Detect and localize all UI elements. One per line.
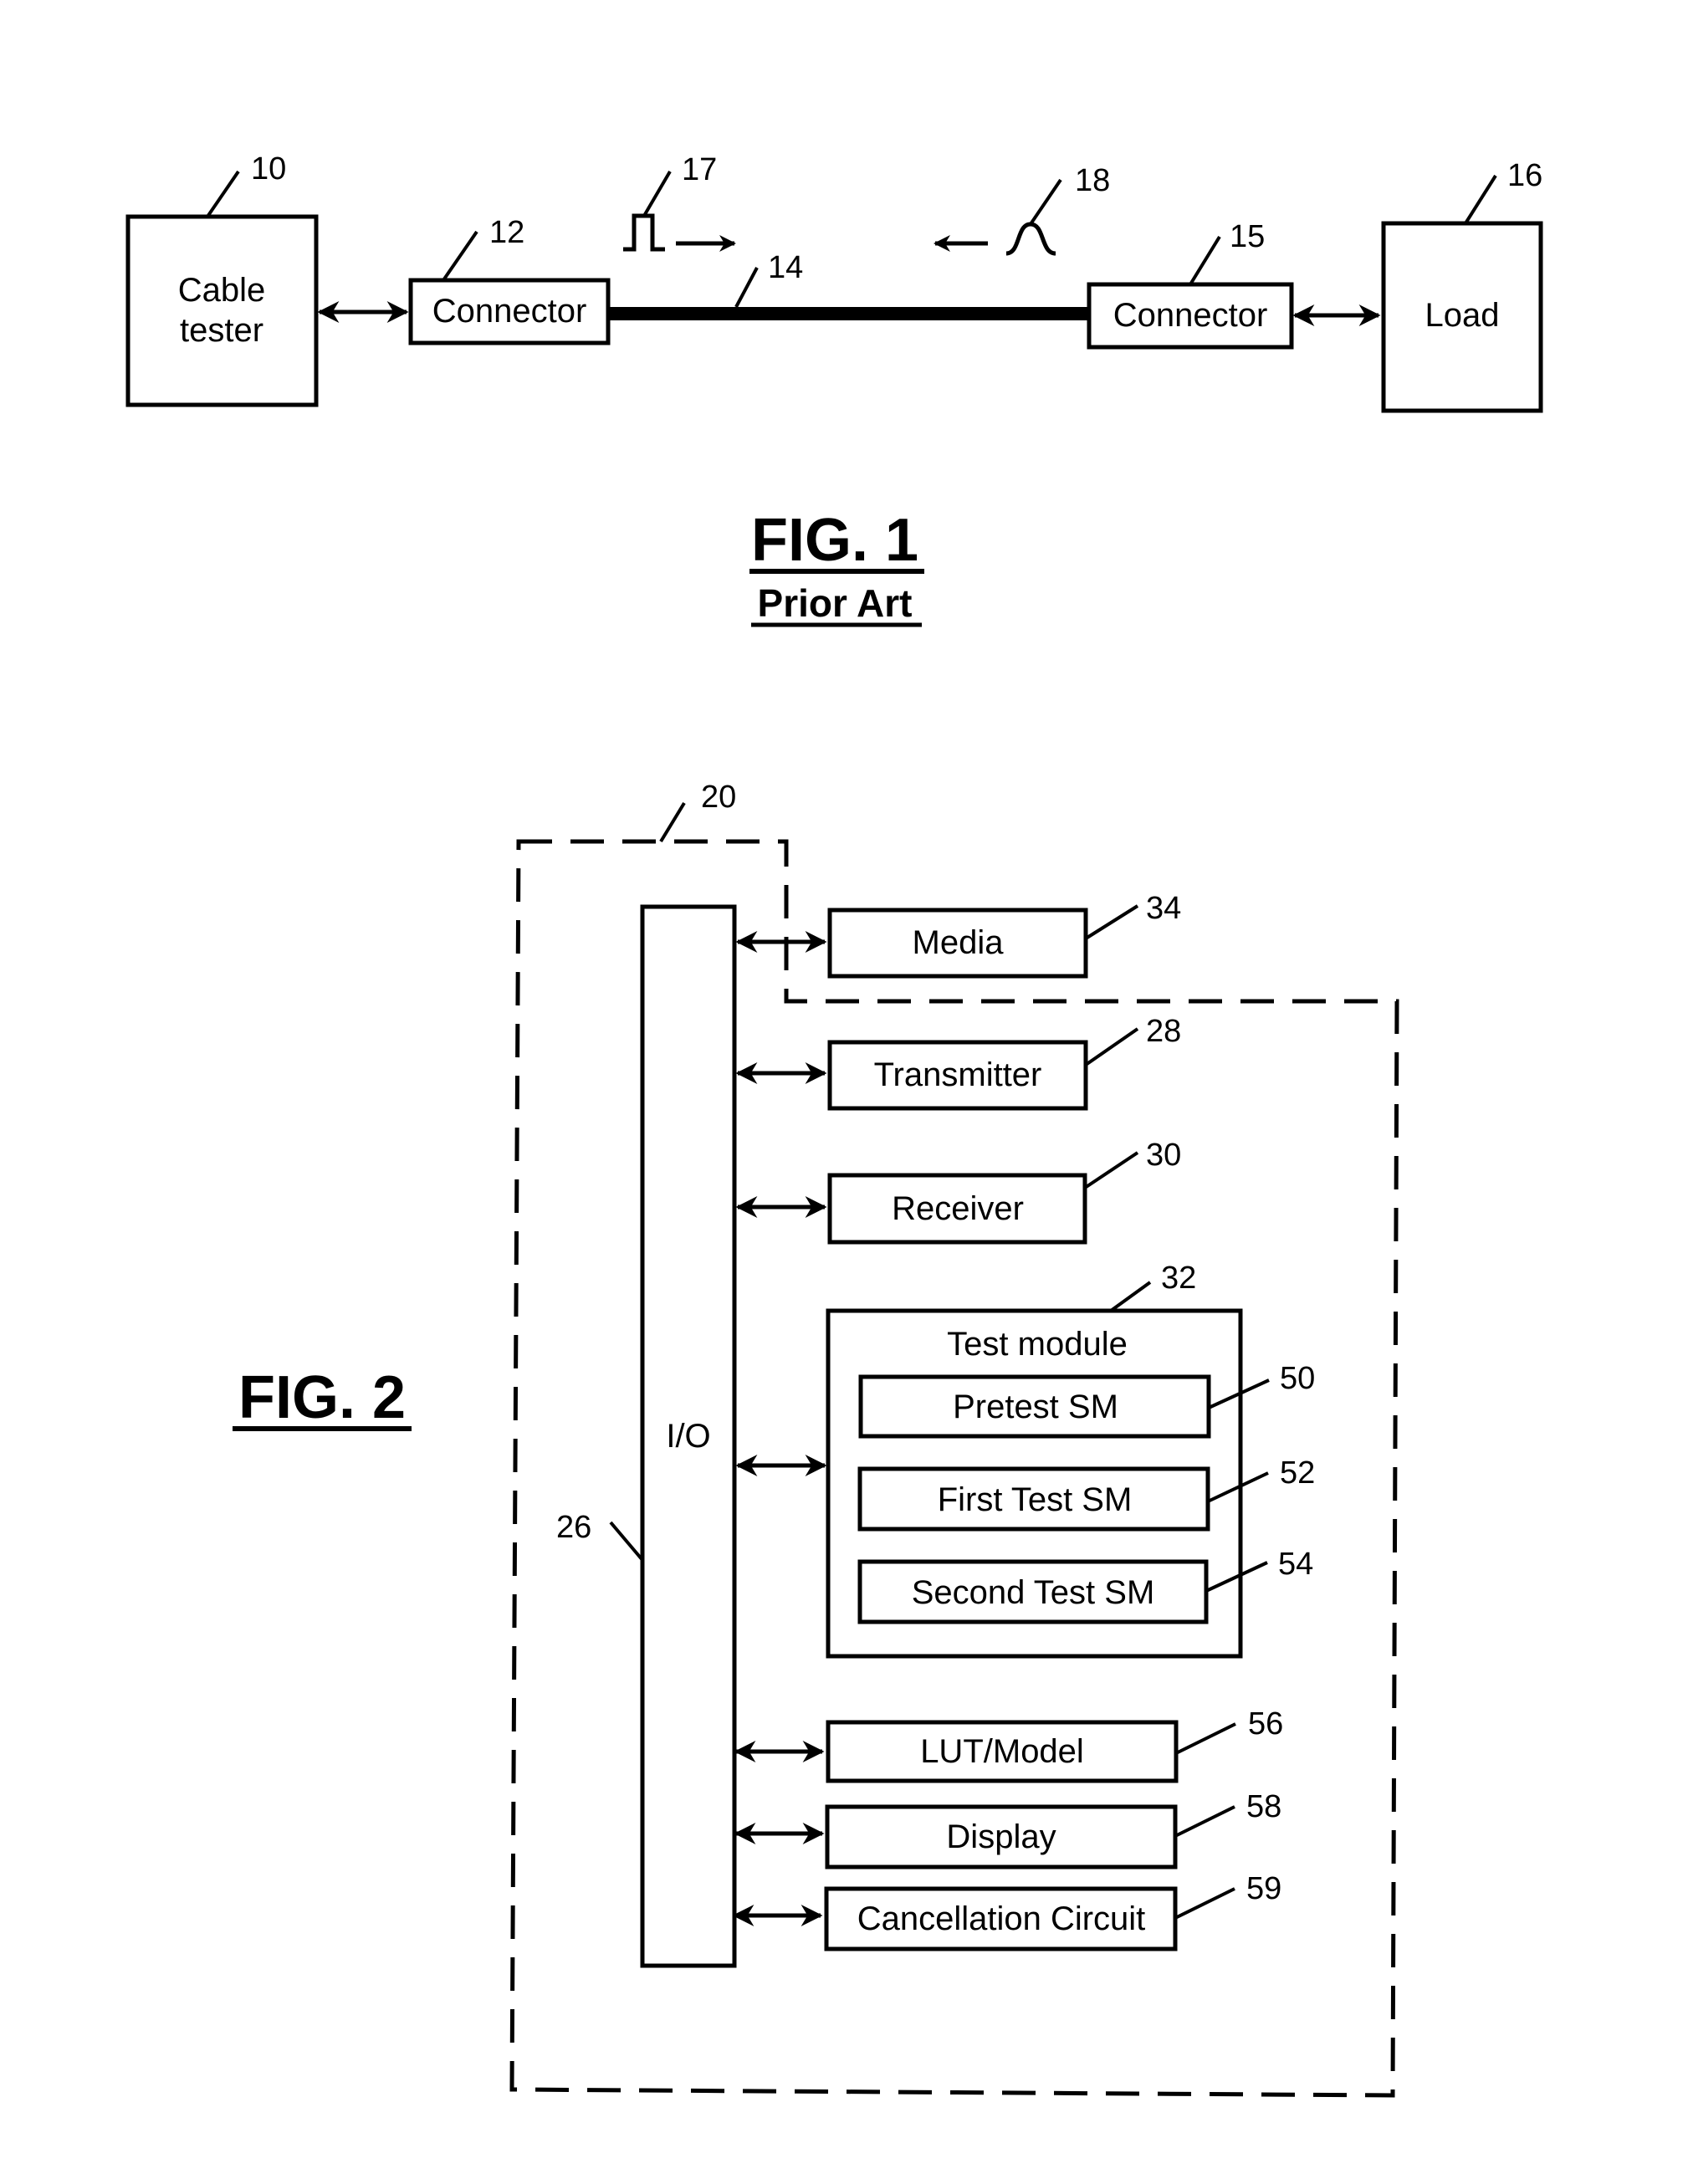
leader-line: [659, 801, 686, 843]
leader-line: [1207, 1471, 1269, 1503]
connector-left-block: Connector 12: [408, 215, 611, 345]
cable-tester-block: Cable tester 10: [125, 151, 319, 407]
ref-number: 34: [1146, 891, 1181, 926]
leader-line: [1175, 1722, 1236, 1755]
leader-line: [1174, 1887, 1235, 1920]
test-module-label: Test module: [947, 1326, 1128, 1363]
square-pulse-icon: [623, 213, 665, 252]
ref-number: 26: [556, 1510, 591, 1545]
lut-model-block: LUT/Model 56: [734, 1706, 1283, 1783]
pretest-sm-label: Pretest SM: [953, 1389, 1118, 1425]
ref-number: 16: [1507, 158, 1542, 193]
ref-number: 52: [1280, 1455, 1315, 1491]
reflection-signal: 18: [934, 163, 1110, 256]
ref-number: 12: [489, 215, 524, 250]
media-label: Media: [913, 924, 1005, 961]
leader-line: [206, 170, 240, 218]
first-test-sm-label: First Test SM: [938, 1481, 1133, 1518]
load-block: Load 16: [1381, 158, 1543, 413]
leader-line: [1083, 1151, 1139, 1189]
leader-line: [1464, 174, 1497, 225]
cancellation-circuit-block: Cancellation Circuit 59: [732, 1871, 1281, 1951]
fig1: Cable tester 10 Connector 12 14 17 18 Co…: [125, 151, 1543, 627]
leader-line: [1029, 178, 1062, 226]
test-module-block: Test module 32 Pretest SM 50 First Test …: [735, 1261, 1315, 1659]
second-test-sm-block: Second Test SM 54: [857, 1547, 1313, 1624]
receiver-label: Receiver: [892, 1190, 1024, 1227]
ref-number: 18: [1075, 163, 1110, 198]
leader-line: [1174, 1805, 1235, 1838]
leader-line: [1109, 1281, 1152, 1312]
ref-number: 28: [1146, 1014, 1181, 1049]
leader-line: [642, 170, 672, 217]
fig2-title: FIG. 2: [238, 1364, 406, 1431]
media-block: Media 34: [735, 891, 1181, 979]
ref-number: 15: [1230, 219, 1265, 254]
leader-line: [734, 267, 759, 308]
fig2: FIG. 2 20 I/O 26 Media 34 Transmitter 28: [233, 780, 1399, 2098]
receiver-block: Receiver 30: [735, 1138, 1181, 1245]
cable-tester-label-line2: tester: [180, 312, 263, 349]
leader-line: [609, 1521, 644, 1562]
io-bus-block: I/O 26: [556, 904, 737, 1968]
ref-number: 56: [1248, 1706, 1283, 1742]
display-block: Display 58: [734, 1789, 1281, 1869]
cable-line: 14: [609, 250, 1089, 320]
patent-drawing-sheet: Cable tester 10 Connector 12 14 17 18 Co…: [125, 151, 1543, 2098]
leader-line: [1189, 235, 1221, 286]
transmitter-block: Transmitter 28: [735, 1014, 1181, 1111]
load-label: Load: [1425, 297, 1500, 334]
leader-line: [1205, 1561, 1268, 1593]
ref-number: 59: [1246, 1871, 1281, 1906]
ref-number: 14: [768, 250, 803, 285]
pretest-sm-block: Pretest SM 50: [858, 1361, 1315, 1439]
pulse-signal: 17: [623, 152, 736, 252]
transmitter-label: Transmitter: [874, 1056, 1042, 1093]
leader-line: [1084, 1027, 1139, 1066]
ref-number: 54: [1278, 1547, 1313, 1582]
ref-number: 50: [1280, 1361, 1315, 1396]
connector-left-label: Connector: [432, 293, 587, 330]
fig1-subtitle: Prior Art: [758, 581, 913, 625]
fig1-title: FIG. 1: [751, 507, 918, 574]
leader-line: [1084, 904, 1139, 940]
first-test-sm-block: First Test SM 52: [857, 1455, 1315, 1532]
ref-number: 17: [682, 152, 717, 187]
display-label: Display: [946, 1818, 1056, 1855]
ref-number: 20: [701, 780, 736, 815]
ref-number: 58: [1246, 1789, 1281, 1824]
lut-model-label: LUT/Model: [920, 1733, 1084, 1770]
ref-number: 32: [1161, 1261, 1196, 1296]
ref-number: 10: [251, 151, 286, 187]
connector-right-block: Connector 15: [1087, 219, 1294, 350]
ref-number: 30: [1146, 1138, 1181, 1173]
leader-line: [442, 230, 478, 282]
cable-tester-label-line1: Cable: [178, 272, 266, 309]
reflected-pulse-icon: [1005, 222, 1056, 256]
second-test-sm-label: Second Test SM: [912, 1574, 1155, 1611]
io-label: I/O: [666, 1418, 710, 1455]
cancellation-circuit-label: Cancellation Circuit: [857, 1900, 1146, 1937]
connector-right-label: Connector: [1113, 297, 1268, 334]
